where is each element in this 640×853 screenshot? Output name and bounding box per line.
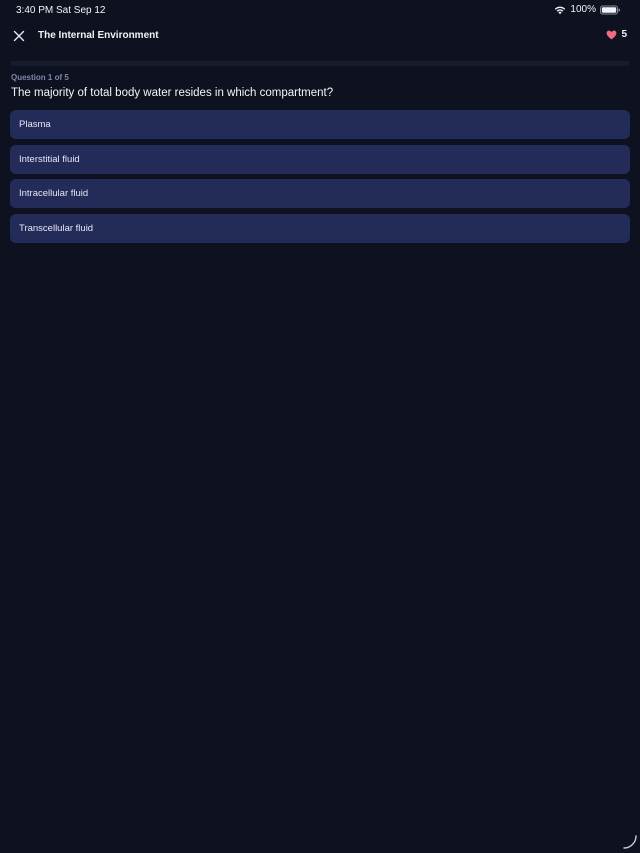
status-date: Sat Sep 12 (56, 5, 106, 16)
close-icon (13, 30, 25, 42)
status-time: 3:40 PM (16, 5, 54, 16)
quiz-progress-bar (10, 61, 630, 66)
lives-counter: 5 (606, 29, 627, 40)
quiz-header: The Internal Environment 5 (0, 24, 640, 50)
question-text: The majority of total body water resides… (11, 87, 334, 99)
answer-option-plasma[interactable]: Plasma (10, 110, 630, 139)
status-bar: 3:40 PM Sat Sep 12 100% (0, 0, 640, 20)
battery-icon (600, 5, 621, 15)
resize-handle-icon (622, 834, 638, 850)
answer-option-interstitial-fluid[interactable]: Interstitial fluid (10, 144, 630, 174)
answer-option-intracellular-fluid[interactable]: Intracellular fluid (10, 179, 630, 208)
lesson-title: The Internal Environment (38, 30, 159, 41)
status-indicators: 100% (554, 4, 621, 15)
close-button[interactable] (10, 27, 28, 45)
answer-option-transcellular-fluid[interactable]: Transcellular fluid (10, 213, 630, 243)
wifi-icon (554, 5, 566, 15)
quiz-screen: 3:40 PM Sat Sep 12 100% The Internal Env… (0, 0, 640, 853)
heart-icon (606, 30, 617, 40)
battery-percent: 100% (570, 4, 596, 15)
lives-count: 5 (621, 29, 627, 40)
answer-options: Plasma Interstitial fluid Intracellular … (10, 110, 630, 248)
question-counter: Question 1 of 5 (11, 73, 69, 82)
